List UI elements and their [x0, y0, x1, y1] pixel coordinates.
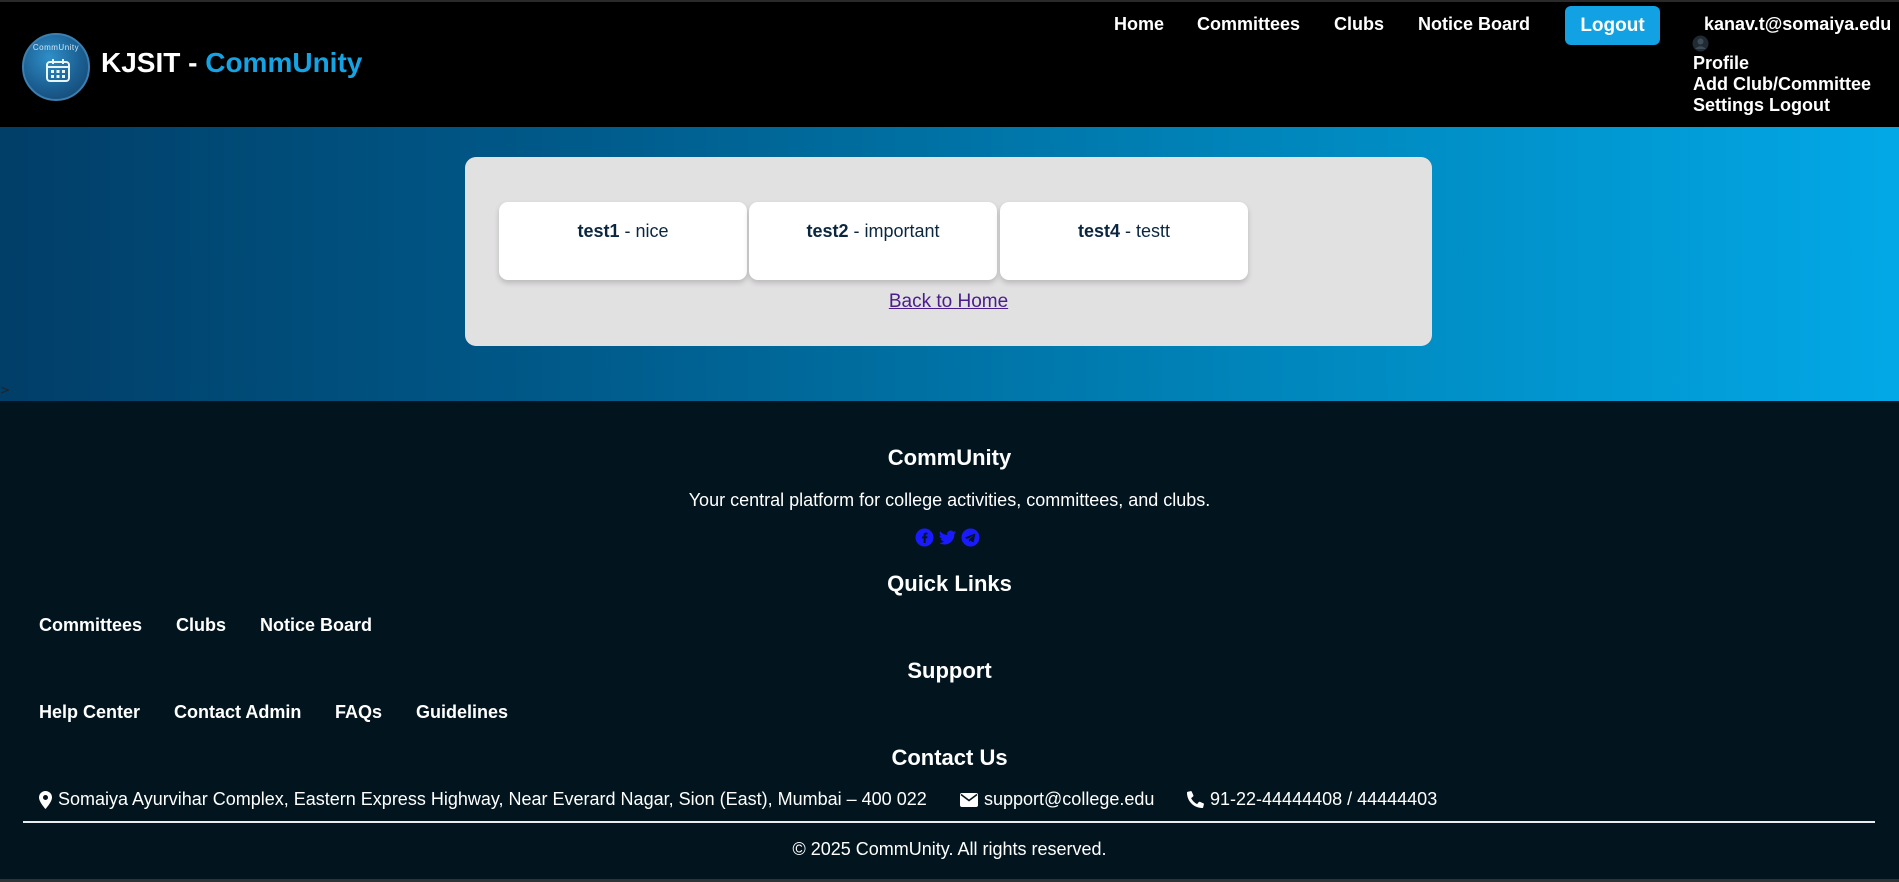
- brand-title[interactable]: KJSIT - CommUnity: [101, 47, 362, 79]
- brand-prefix: KJSIT -: [101, 47, 206, 78]
- notice-sep: -: [848, 221, 865, 241]
- user-email[interactable]: kanav.t@somaiya.edu: [1704, 14, 1891, 35]
- nav-notice-board[interactable]: Notice Board: [1418, 14, 1530, 35]
- address-text: Somaiya Ayurvihar Complex, Eastern Expre…: [58, 789, 927, 809]
- notice-desc: nice: [635, 221, 669, 241]
- notice-panel: test1 - nice test2 - important test4 - t…: [465, 157, 1432, 346]
- nav-home[interactable]: Home: [1114, 14, 1164, 35]
- site-footer: CommUnity Your central platform for coll…: [0, 401, 1899, 882]
- notice-card[interactable]: test2 - important: [749, 202, 997, 280]
- footer-link-committees[interactable]: Committees: [39, 615, 142, 636]
- footer-link-clubs[interactable]: Clubs: [176, 615, 226, 636]
- twitter-icon[interactable]: [938, 528, 957, 547]
- hero-section: > test1 - nice test2 - important test4 -…: [0, 127, 1899, 401]
- logout-button[interactable]: Logout: [1565, 6, 1660, 45]
- dropdown-add-club-committee[interactable]: Add Club/Committee: [1693, 74, 1871, 95]
- contact-phone[interactable]: 91-22-44444408 / 44444403: [1187, 789, 1437, 810]
- footer-link-guidelines[interactable]: Guidelines: [416, 702, 508, 723]
- notice-sep: -: [1120, 221, 1136, 241]
- footer-tagline: Your central platform for college activi…: [688, 490, 1211, 510]
- notice-card[interactable]: test1 - nice: [499, 202, 747, 280]
- notice-card-text: test2 - important: [749, 221, 997, 242]
- dropdown-settings-logout[interactable]: Settings Logout: [1693, 95, 1830, 116]
- notice-title: test1: [577, 221, 620, 241]
- phone-text: 91-22-44444408 / 44444403: [1210, 789, 1438, 809]
- map-marker-icon: [39, 790, 52, 809]
- notice-card[interactable]: test4 - testt: [1000, 202, 1248, 280]
- stray-mark: >: [0, 383, 11, 397]
- notice-title: test2: [806, 221, 849, 241]
- dropdown-profile[interactable]: Profile: [1693, 53, 1749, 74]
- envelope-icon: [960, 792, 978, 807]
- quick-links-heading: Quick Links: [887, 571, 1012, 596]
- telegram-icon[interactable]: [961, 528, 980, 547]
- phone-icon: [1187, 791, 1204, 808]
- notice-desc: important: [864, 221, 940, 241]
- footer-link-contact-admin[interactable]: Contact Admin: [174, 702, 301, 723]
- email-text: support@college.edu: [984, 789, 1155, 809]
- copyright: © 2025 CommUnity. All rights reserved.: [792, 839, 1107, 859]
- footer-link-faqs[interactable]: FAQs: [335, 702, 382, 723]
- social-links: [915, 528, 980, 547]
- site-header: CommUnity KJSIT - CommUnity Home Committ…: [0, 0, 1899, 127]
- footer-title: CommUnity: [887, 445, 1012, 470]
- footer-link-help-center[interactable]: Help Center: [39, 702, 140, 723]
- nav-clubs[interactable]: Clubs: [1334, 14, 1384, 35]
- notice-sep: -: [619, 221, 636, 241]
- notice-title: test4: [1077, 221, 1120, 241]
- notice-card-text: test4 - testt: [1000, 221, 1248, 242]
- facebook-icon[interactable]: [915, 528, 934, 547]
- support-heading: Support: [907, 658, 992, 683]
- brand-accent: CommUnity: [205, 47, 363, 78]
- notice-card-text: test1 - nice: [499, 221, 747, 242]
- calendar-icon: [46, 59, 70, 82]
- contact-email[interactable]: support@college.edu: [960, 789, 1154, 810]
- back-to-home-link[interactable]: Back to Home: [465, 291, 1432, 313]
- contact-heading: Contact Us: [891, 745, 1008, 770]
- contact-address: Somaiya Ayurvihar Complex, Eastern Expre…: [39, 789, 927, 810]
- footer-divider: [23, 821, 1875, 823]
- nav-committees[interactable]: Committees: [1197, 14, 1300, 35]
- logo-text: CommUnity: [32, 43, 80, 52]
- user-icon[interactable]: [1692, 35, 1709, 52]
- logo[interactable]: CommUnity: [22, 33, 90, 101]
- notice-desc: testt: [1136, 221, 1171, 241]
- footer-link-notice-board[interactable]: Notice Board: [260, 615, 372, 636]
